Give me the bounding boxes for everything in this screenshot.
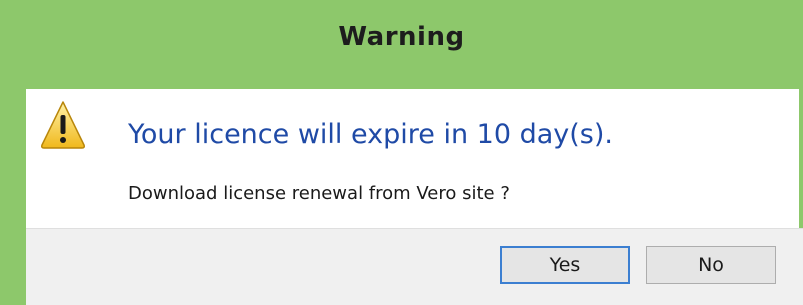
yes-button[interactable]: Yes (500, 246, 630, 284)
main-instruction: Your licence will expire in 10 day(s). (128, 119, 613, 150)
warning-dialog: Warning Your licence will expire in 10 d… (0, 0, 803, 305)
dialog-titlebar[interactable]: Warning (0, 0, 803, 89)
no-button[interactable]: No (646, 246, 776, 284)
dialog-title: Warning (338, 22, 465, 52)
dialog-button-bar: Yes No (26, 228, 803, 305)
dialog-message: Download license renewal from Vero site … (128, 183, 510, 204)
warning-icon (41, 101, 85, 149)
